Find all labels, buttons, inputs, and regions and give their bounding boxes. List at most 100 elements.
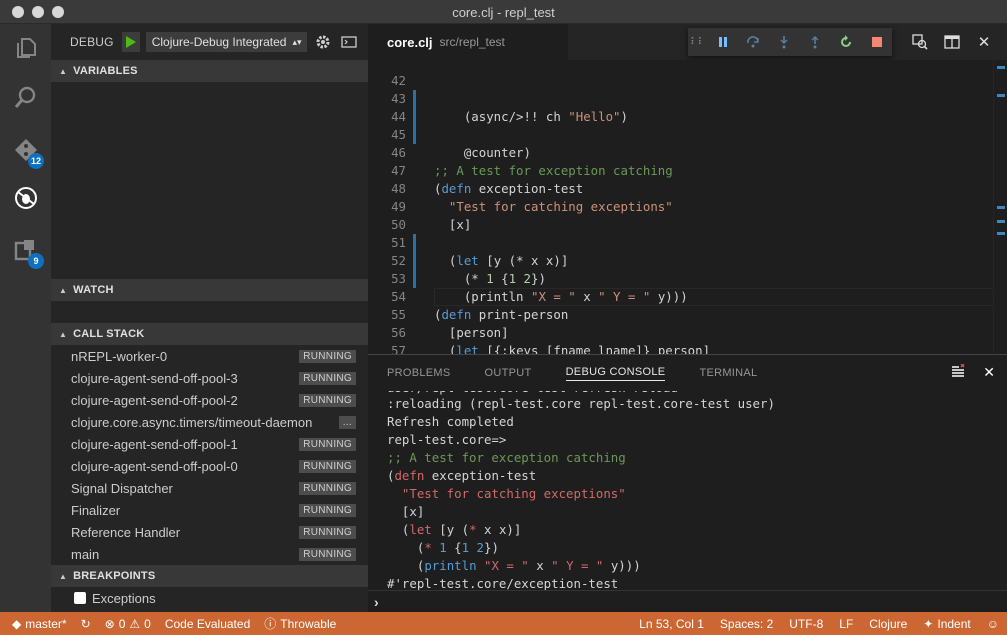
thread-name: clojure.core.async.timers/timeout-daemon xyxy=(71,414,313,430)
drag-handle-icon[interactable]: ⠇⠇ xyxy=(688,37,707,48)
explorer-button[interactable] xyxy=(0,26,51,70)
thread-state-badge: RUNNING xyxy=(299,349,356,363)
search-icon xyxy=(14,86,35,108)
tab-problems[interactable]: PROBLEMS xyxy=(387,367,451,379)
console-line: (println "X = " x " Y = " y))) xyxy=(387,558,641,573)
breakpoint-exceptions[interactable]: Exceptions xyxy=(51,587,368,609)
throwable-status[interactable]: ⓘ Throwable xyxy=(264,615,336,632)
title-bar: core.clj - repl_test xyxy=(0,0,1007,24)
split-editor-button[interactable] xyxy=(941,31,963,53)
status-right: Ln 53, Col 1 Spaces: 2 UTF-8 LF Clojure … xyxy=(639,612,999,635)
breakpoint-label: Exceptions xyxy=(92,590,156,606)
thread-state-badge: RUNNING xyxy=(299,525,356,539)
debug-toolbar: DEBUG Clojure-Debug Integrated ▴▾ xyxy=(51,24,368,60)
thread-name: Signal Dispatcher xyxy=(71,480,173,496)
restart-icon xyxy=(840,35,851,47)
code-line: 55 [person] xyxy=(368,288,993,340)
terminal-icon xyxy=(341,36,358,48)
encoding-status[interactable]: UTF-8 xyxy=(789,617,823,631)
step-out-icon xyxy=(811,36,819,49)
code-line: 49 [x] xyxy=(368,180,993,232)
tab-path: src/repl_test xyxy=(439,35,505,49)
open-changes-button[interactable] xyxy=(909,31,931,53)
callstack-item[interactable]: Reference Handler RUNNING xyxy=(51,521,368,543)
step-into-button[interactable] xyxy=(769,28,800,56)
code-line: 46 ;; A test for exception catching xyxy=(368,126,993,178)
thread-state-badge: RUNNING xyxy=(299,547,356,561)
launch-config-value: Clojure-Debug Integrated xyxy=(151,35,287,49)
stop-icon xyxy=(871,37,882,47)
debug-action-toolbar: ⠇⠇ xyxy=(688,28,892,56)
thread-name: nREPL-worker-0 xyxy=(71,348,168,364)
console-line: (let [y (* x x)] xyxy=(387,522,522,537)
debug-icon xyxy=(14,187,37,209)
callstack-item[interactable]: main RUNNING xyxy=(51,543,368,565)
step-over-icon xyxy=(747,36,760,48)
editor-scrollbar[interactable] xyxy=(993,60,1007,354)
code-line: 47 (defn exception-test xyxy=(368,144,993,196)
pause-button[interactable] xyxy=(707,28,738,56)
callstack-item[interactable]: clojure-agent-send-off-pool-1 RUNNING xyxy=(51,433,368,455)
thread-name: clojure-agent-send-off-pool-1 xyxy=(71,436,238,452)
debug-button[interactable] xyxy=(0,176,51,220)
error-count: 0 xyxy=(118,616,126,631)
git-branch-icon: ◆ xyxy=(12,616,22,631)
thread-name: main xyxy=(71,546,100,562)
code-line: 43 xyxy=(368,72,993,126)
problems-status[interactable]: ⊗ 0 ⚠ 0 xyxy=(105,617,151,631)
start-debugging-button[interactable] xyxy=(121,32,140,52)
indentation-status[interactable]: Spaces: 2 xyxy=(720,617,773,631)
thread-state-badge: ... xyxy=(338,415,356,429)
language-mode[interactable]: Clojure xyxy=(869,617,907,631)
close-editor-button[interactable]: ✕ xyxy=(973,31,995,53)
callstack-item[interactable]: Signal Dispatcher RUNNING xyxy=(51,477,368,499)
stop-button[interactable] xyxy=(861,28,892,56)
thread-name: clojure-agent-send-off-pool-2 xyxy=(71,392,238,408)
source-control-button[interactable]: 12 xyxy=(0,128,51,172)
tab-terminal[interactable]: TERMINAL xyxy=(699,367,757,379)
step-out-button[interactable] xyxy=(800,28,831,56)
callstack-item[interactable]: clojure-agent-send-off-pool-2 RUNNING xyxy=(51,389,368,411)
collapse-arrow-icon: ▲ xyxy=(59,329,68,339)
editor-actions: ✕ xyxy=(909,24,1007,60)
clear-console-icon[interactable] xyxy=(951,364,965,378)
thread-name: clojure-agent-send-off-pool-3 xyxy=(71,370,238,386)
thread-state-badge: RUNNING xyxy=(299,503,356,517)
gear-button[interactable] xyxy=(313,32,333,52)
variables-header[interactable]: ▲ VARIABLES xyxy=(51,60,368,82)
console-line: "Test for catching exceptions" xyxy=(387,486,626,501)
callstack-item[interactable]: clojure.core.async.timers/timeout-daemon… xyxy=(51,411,368,433)
launch-config-select[interactable]: Clojure-Debug Integrated ▴▾ xyxy=(145,32,308,52)
watch-header[interactable]: ▲ WATCH xyxy=(51,279,368,301)
restart-button[interactable] xyxy=(830,28,861,56)
tab-debug-console[interactable]: DEBUG CONSOLE xyxy=(565,366,666,381)
open-console-button[interactable] xyxy=(339,32,359,52)
exceptions-checkbox[interactable] xyxy=(74,592,86,604)
feedback-button[interactable]: ☺ xyxy=(987,617,999,631)
sync-button[interactable]: ↻ xyxy=(81,617,91,631)
split-editor-icon xyxy=(944,35,960,49)
breakpoints-header[interactable]: ▲ BREAKPOINTS xyxy=(51,565,368,587)
step-over-button[interactable] xyxy=(738,28,769,56)
status-bar: ◆ master* ↻ ⊗ 0 ⚠ 0 Code Evaluated ⓘ Thr… xyxy=(0,612,1007,635)
search-button[interactable] xyxy=(0,76,51,120)
close-panel-icon[interactable]: ✕ xyxy=(983,364,995,381)
tab-output[interactable]: OUTPUT xyxy=(485,367,532,379)
extensions-button[interactable]: 9 xyxy=(0,228,51,272)
thread-state-badge: RUNNING xyxy=(299,437,356,451)
repl-input[interactable]: › xyxy=(368,590,1007,612)
code-evaluated-status[interactable]: Code Evaluated xyxy=(165,617,250,631)
callstack-item[interactable]: clojure-agent-send-off-pool-0 RUNNING xyxy=(51,455,368,477)
cursor-position[interactable]: Ln 53, Col 1 xyxy=(639,617,704,631)
gear-icon xyxy=(316,35,330,49)
code-line: 53 xyxy=(368,252,994,306)
callstack-item[interactable]: Finalizer RUNNING xyxy=(51,499,368,521)
callstack-item[interactable]: nREPL-worker-0 RUNNING xyxy=(51,345,368,367)
tab-core-clj[interactable]: core.clj src/repl_test xyxy=(368,24,568,60)
code-editor[interactable]: 42 (async/>!! ch "Hello") 43 44 @counter… xyxy=(368,60,1007,354)
eol-status[interactable]: LF xyxy=(839,617,853,631)
callstack-header[interactable]: ▲ CALL STACK xyxy=(51,323,368,345)
branch-status[interactable]: ◆ master* xyxy=(12,617,67,631)
indent-status[interactable]: ✦ Indent xyxy=(923,617,970,631)
callstack-item[interactable]: clojure-agent-send-off-pool-3 RUNNING xyxy=(51,367,368,389)
